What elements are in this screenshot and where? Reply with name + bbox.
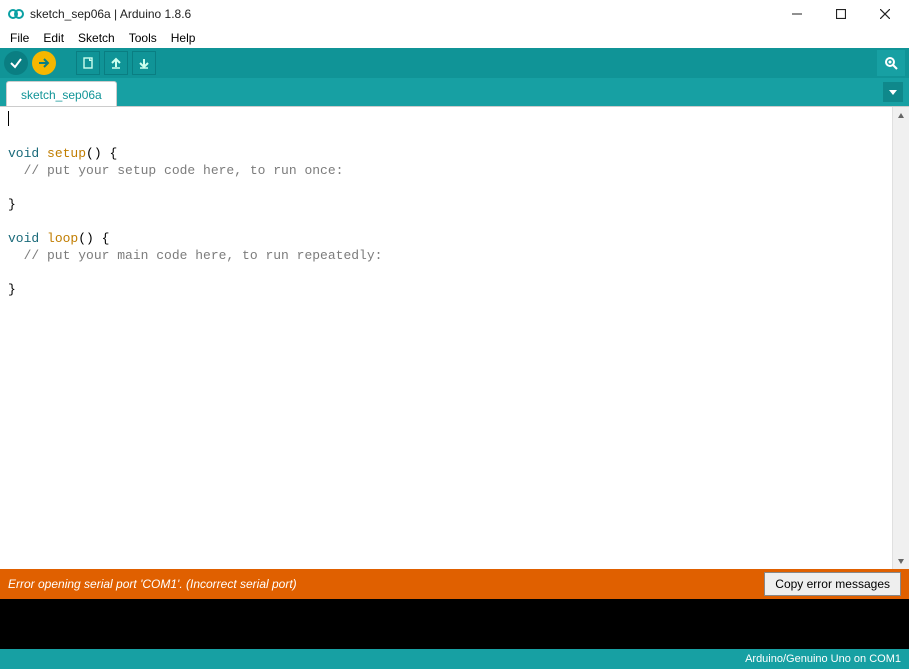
error-message: Error opening serial port 'COM1'. (Incor… [8,577,297,591]
code-text: } [8,197,16,212]
board-port-label: Arduino/Genuino Uno on COM1 [745,653,901,665]
serial-monitor-button[interactable] [877,50,905,76]
tab-dropdown-button[interactable] [883,82,903,102]
status-bar: Error opening serial port 'COM1'. (Incor… [0,569,909,599]
code-fn: loop [47,231,78,246]
menu-help[interactable]: Help [165,29,202,47]
code-kw: void [8,231,39,246]
output-console[interactable] [0,599,909,649]
menu-bar: File Edit Sketch Tools Help [0,28,909,48]
menu-file[interactable]: File [4,29,35,47]
maximize-button[interactable] [829,2,853,26]
code-comment: // put your setup code here, to run once… [8,163,343,178]
close-button[interactable] [873,2,897,26]
window-title: sketch_sep06a | Arduino 1.8.6 [30,7,191,21]
toolbar [0,48,909,78]
code-kw: void [8,146,39,161]
tab-active[interactable]: sketch_sep06a [6,81,117,106]
code-text: () { [78,231,109,246]
scroll-down-arrow-icon[interactable] [893,552,909,569]
scroll-up-arrow-icon[interactable] [893,107,909,124]
arduino-logo-icon [8,6,24,22]
verify-button[interactable] [4,51,28,75]
code-editor[interactable]: void setup() { // put your setup code he… [0,107,892,569]
editor-scrollbar[interactable] [892,107,909,569]
menu-sketch[interactable]: Sketch [72,29,121,47]
copy-error-button[interactable]: Copy error messages [764,572,901,596]
tab-strip: sketch_sep06a [0,78,909,106]
open-sketch-button[interactable] [104,51,128,75]
code-text: () { [86,146,117,161]
window-controls [785,2,901,26]
minimize-button[interactable] [785,2,809,26]
code-comment: // put your main code here, to run repea… [8,248,382,263]
upload-button[interactable] [32,51,56,75]
new-sketch-button[interactable] [76,51,100,75]
menu-tools[interactable]: Tools [123,29,163,47]
window-titlebar: sketch_sep06a | Arduino 1.8.6 [0,0,909,28]
code-fn: setup [47,146,86,161]
menu-edit[interactable]: Edit [37,29,70,47]
code-text: } [8,282,16,297]
text-cursor [8,111,9,126]
editor-area: void setup() { // put your setup code he… [0,106,909,569]
footer-bar: Arduino/Genuino Uno on COM1 [0,649,909,669]
scroll-track[interactable] [893,124,909,552]
save-sketch-button[interactable] [132,51,156,75]
